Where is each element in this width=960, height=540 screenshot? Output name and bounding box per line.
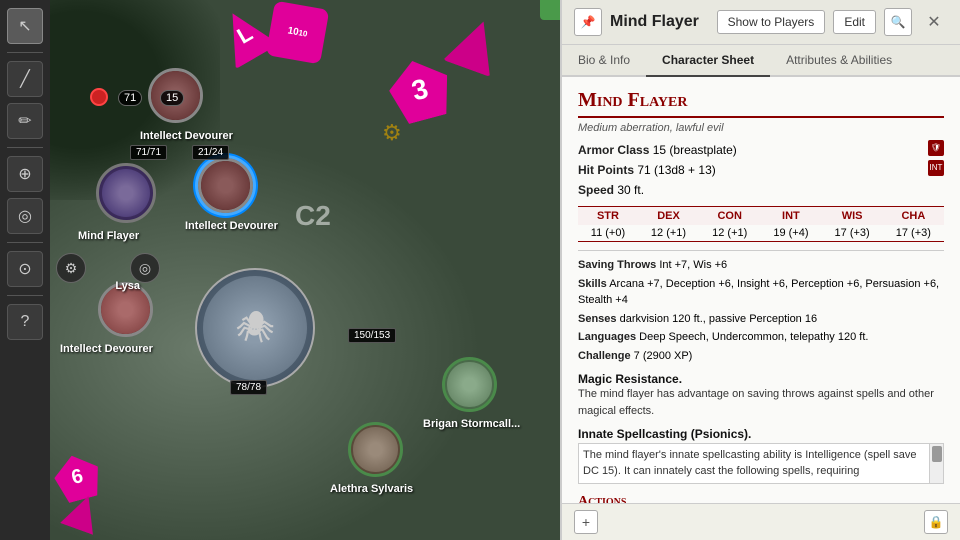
token-brigan[interactable] (442, 357, 497, 412)
divider (7, 242, 43, 243)
time-tool[interactable]: ⊙ (7, 251, 43, 287)
tab-character-sheet[interactable]: Character Sheet (646, 45, 770, 77)
scrollbar[interactable] (929, 444, 943, 483)
dex-header: DEX (638, 207, 699, 226)
wis-value: 17 (+3) (822, 225, 883, 242)
magic-resistance-title: Magic Resistance. (578, 372, 944, 386)
search-button[interactable]: 🔍 (884, 8, 912, 36)
tab-bar: Bio & Info Character Sheet Attributes & … (562, 45, 960, 77)
select-tool[interactable]: ↖ (7, 8, 43, 44)
creature-name: Mind Flayer (578, 89, 944, 118)
armor-class-line: Armor Class 🛡 15 (breastplate) (578, 142, 944, 159)
show-to-players-button[interactable]: Show to Players (717, 10, 826, 34)
label-intellect-3: Intellect Devourer (60, 343, 153, 355)
label-brigan: Brigan Stormcall... (423, 418, 520, 430)
panel-title: Mind Flayer (610, 13, 709, 31)
target-btn[interactable]: ◎ (130, 253, 160, 283)
label-alethra: Alethra Sylvaris (330, 483, 413, 495)
hp-number-15: 15 (160, 90, 184, 106)
hp-badge-brigan: 150/153 (348, 328, 396, 343)
label-lysa: Lysa (115, 280, 140, 292)
panel-content[interactable]: Mind Flayer Medium aberration, lawful ev… (562, 77, 960, 503)
corner-tab[interactable] (540, 0, 560, 20)
panel-bottom: + 🔒 (562, 503, 960, 540)
skills-line: Skills Arcana +7, Deception +6, Insight … (578, 276, 944, 309)
con-header: CON (699, 207, 760, 226)
hp-badge-1: 71/71 (130, 145, 167, 160)
cha-value: 17 (+3) (883, 225, 944, 242)
actions-header: Actions (578, 494, 944, 503)
challenge-line: Challenge 7 (2900 XP) (578, 348, 944, 365)
creature-subtitle: Medium aberration, lawful evil (578, 122, 944, 134)
hit-points-line: Hit Points INT 71 (13d8 + 13) (578, 162, 944, 179)
spellcasting-textbox: The mind flayer's innate spellcasting ab… (578, 443, 944, 484)
help-tool[interactable]: ? (7, 304, 43, 340)
character-panel: 📌 Mind Flayer Show to Players Edit 🔍 ✕ B… (560, 0, 960, 540)
hp-red-indicator (90, 88, 108, 106)
armor-icon: 🛡 (928, 140, 944, 156)
spellcasting-title: Innate Spellcasting (Psionics). (578, 427, 944, 441)
scrollbar-thumb (932, 446, 942, 462)
wis-header: WIS (822, 207, 883, 226)
token-mind-flayer[interactable] (96, 163, 156, 223)
divider (7, 147, 43, 148)
token-spider[interactable]: 🕷 (195, 268, 315, 388)
skills-section: Saving Throws Int +7, Wis +6 Skills Arca… (578, 250, 944, 364)
line-tool[interactable]: ╱ (7, 61, 43, 97)
label-mind-flayer: Mind Flayer (78, 230, 139, 242)
innate-spellcasting-section: Innate Spellcasting (Psionics). The mind… (578, 427, 944, 484)
add-button[interactable]: + (574, 510, 598, 534)
spellcasting-text: The mind flayer's innate spellcasting ab… (583, 449, 917, 476)
lock-button[interactable]: 🔒 (924, 510, 948, 534)
label-intellect-1: Intellect Devourer (140, 130, 233, 142)
int-value: 19 (+4) (760, 225, 821, 242)
edit-button[interactable]: Edit (833, 10, 876, 34)
map-area[interactable]: ↖ ╱ ✏ ⊕ ◎ ⊙ ? L 1010 3 71/71 21/24 71 15… (0, 0, 560, 540)
hp-number-71: 71 (118, 90, 142, 106)
divider (7, 295, 43, 296)
pin-button[interactable]: 📌 (574, 8, 602, 36)
hp-icon: INT (928, 160, 944, 176)
languages-line: Languages Deep Speech, Undercommon, tele… (578, 329, 944, 346)
gear-icon: ⚙ (382, 120, 412, 150)
close-button[interactable]: ✕ (920, 8, 948, 36)
pen-tool[interactable]: ✏ (7, 103, 43, 139)
die-round[interactable]: 1010 (266, 1, 330, 65)
int-header: INT (760, 207, 821, 226)
magic-resistance-text: The mind flayer has advantage on saving … (578, 386, 944, 419)
speed-line: Speed 30 ft. (578, 182, 944, 199)
settings-btn[interactable]: ⚙ (56, 253, 86, 283)
hp-badge-spider: 78/78 (230, 380, 267, 395)
str-header: STR (578, 207, 638, 226)
ability-scores-table: STR DEX CON INT WIS CHA 11 (+0) 12 (+1) … (578, 206, 944, 242)
token-alethra[interactable] (348, 422, 403, 477)
con-value: 12 (+1) (699, 225, 760, 242)
c2-marker: C2 (295, 200, 331, 232)
str-value: 11 (+0) (578, 225, 638, 242)
zoom-tool[interactable]: ⊕ (7, 156, 43, 192)
magic-resistance-section: Magic Resistance. The mind flayer has ad… (578, 372, 944, 419)
tab-attributes[interactable]: Attributes & Abilities (770, 45, 908, 77)
tab-bio[interactable]: Bio & Info (562, 45, 646, 77)
dex-value: 12 (+1) (638, 225, 699, 242)
panel-header: 📌 Mind Flayer Show to Players Edit 🔍 ✕ (562, 0, 960, 45)
saving-throws-line: Saving Throws Int +7, Wis +6 (578, 257, 944, 274)
hp-badge-2: 21/24 (192, 145, 229, 160)
label-intellect-2: Intellect Devourer (185, 220, 278, 232)
divider (7, 52, 43, 53)
token-intellect-2[interactable] (198, 158, 253, 213)
measure-tool[interactable]: ◎ (7, 198, 43, 234)
cha-header: CHA (883, 207, 944, 226)
toolbar: ↖ ╱ ✏ ⊕ ◎ ⊙ ? (0, 0, 50, 540)
senses-line: Senses darkvision 120 ft., passive Perce… (578, 311, 944, 328)
